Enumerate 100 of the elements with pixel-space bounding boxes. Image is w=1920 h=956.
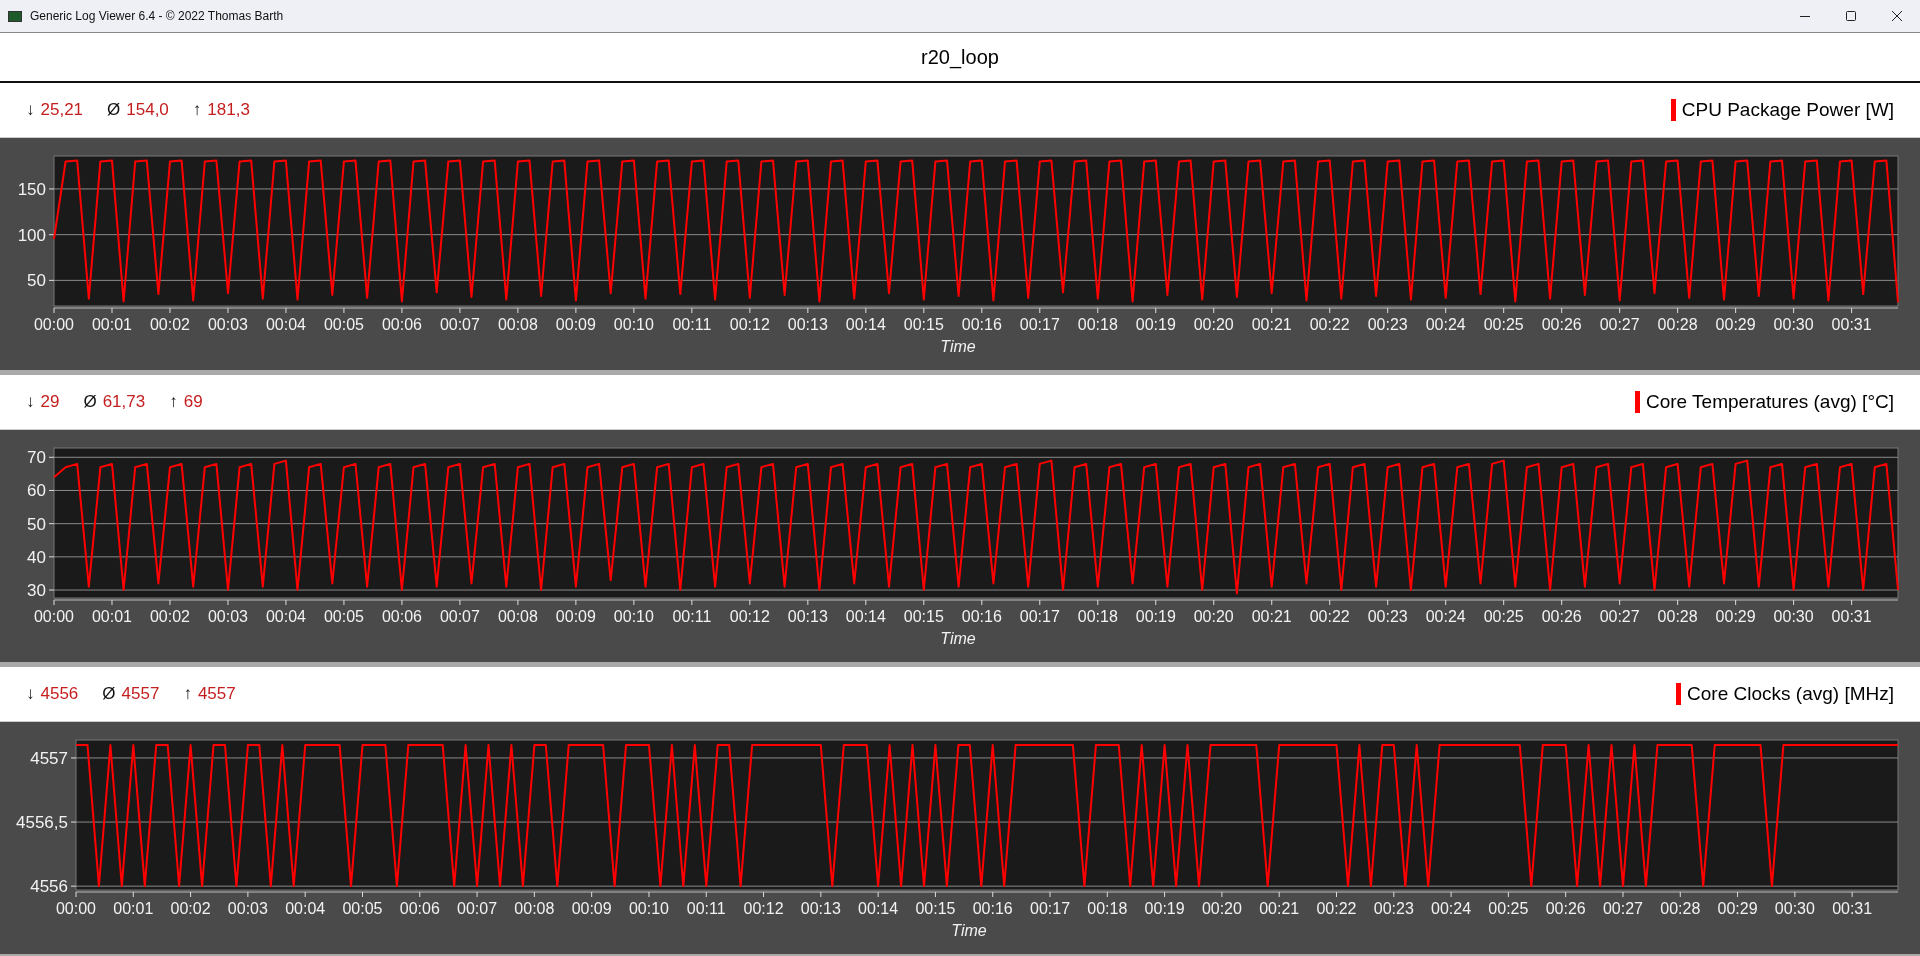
- axis-tick-label: 00:18: [1087, 900, 1128, 917]
- axis-tick-label: 00:23: [1373, 900, 1414, 917]
- axis-tick-label: 00:03: [207, 316, 248, 333]
- axis-tick-label: 00:15: [915, 900, 956, 917]
- stat-value: 61,73: [102, 391, 146, 414]
- stat-symbol: ↑: [183, 683, 192, 706]
- axis-tick-label: 00:15: [903, 608, 944, 625]
- axis-tick-label: 00:02: [149, 608, 190, 625]
- axis-tick-label: 00:11: [672, 316, 712, 333]
- axis-tick-label: 00:16: [972, 900, 1013, 917]
- axis-tick-label: 00:24: [1425, 316, 1466, 333]
- axis-tick-label: 00:01: [91, 316, 132, 333]
- axis-tick-label: 00:00: [34, 608, 74, 625]
- axis-tick-label: 00:25: [1488, 900, 1529, 917]
- axis-tick-label: 00:26: [1541, 608, 1582, 625]
- stat-value: 69: [183, 391, 203, 414]
- axis-tick-label: 00:10: [613, 316, 654, 333]
- axis-tick-label: 00:01: [113, 900, 154, 917]
- axis-tick-label: 00:30: [1773, 608, 1814, 625]
- axis-title: Time: [940, 338, 976, 355]
- stat-symbol: ↓: [26, 99, 35, 122]
- axis-tick-label: 00:01: [91, 608, 132, 625]
- axis-tick-label: 00:09: [555, 608, 596, 625]
- chart-title: Core Clocks (avg) [MHz]: [1687, 681, 1894, 706]
- axis-tick-label: 00:10: [628, 900, 669, 917]
- axis-tick-label: 00:13: [787, 608, 828, 625]
- axis-tick-label: 00:03: [207, 608, 248, 625]
- axis-tick-label: 00:17: [1019, 608, 1060, 625]
- axis-tick-label: 00:31: [1831, 608, 1872, 625]
- axis-tick-label: 00:31: [1832, 900, 1873, 917]
- axis-tick-label: 00:27: [1599, 608, 1640, 625]
- axis-tick-label: 00:04: [265, 316, 306, 333]
- axis-tick-label: 00:19: [1135, 608, 1176, 625]
- axis-tick-label: 00:05: [323, 316, 364, 333]
- axis-tick-label: 00:22: [1316, 900, 1357, 917]
- axis-tick-label: 00:07: [439, 316, 480, 333]
- axis-tick-label: 00:16: [961, 608, 1002, 625]
- axis-tick-label: 00:06: [381, 608, 422, 625]
- stat-value: 4557: [121, 683, 160, 706]
- axis-tick-label: 00:21: [1259, 900, 1300, 917]
- axis-tick-label: 70: [27, 448, 46, 468]
- axis-tick-label: 00:22: [1309, 608, 1350, 625]
- axis-tick-label: 30: [27, 581, 46, 601]
- axis-tick-label: 00:27: [1602, 900, 1643, 917]
- maximize-icon: [1846, 11, 1856, 21]
- axis-tick-label: 00:12: [729, 316, 770, 333]
- app-icon: [8, 10, 22, 22]
- stat-symbol: ↓: [26, 391, 35, 414]
- chart-title: Core Temperatures (avg) [°C]: [1646, 389, 1894, 414]
- axis-tick-label: 00:26: [1541, 316, 1582, 333]
- axis-tick-label: 00:00: [34, 316, 74, 333]
- axis-tick-label: 00:02: [149, 316, 190, 333]
- axis-tick-label: 00:21: [1251, 316, 1292, 333]
- stat-value: 4556: [40, 683, 79, 706]
- axis-tick-label: 00:21: [1251, 608, 1292, 625]
- axis-tick-label: 00:23: [1367, 316, 1408, 333]
- axis-tick-label: 00:05: [323, 608, 364, 625]
- axis-tick-label: 00:07: [439, 608, 480, 625]
- axis-tick-label: 00:30: [1773, 316, 1814, 333]
- axis-tick-label: 00:12: [729, 608, 770, 625]
- axis-tick-label: 00:15: [903, 316, 944, 333]
- stat-symbol: Ø: [83, 391, 97, 414]
- axis-tick-label: 00:08: [497, 608, 538, 625]
- axis-tick-label: 00:24: [1425, 608, 1466, 625]
- stat-symbol: Ø: [107, 99, 121, 122]
- axis-tick-label: 150: [17, 179, 46, 199]
- axis-tick-label: 00:22: [1309, 316, 1350, 333]
- axis-tick-label: 00:24: [1431, 900, 1472, 917]
- axis-tick-label: 00:28: [1657, 316, 1698, 333]
- axis-tick-label: 4556,5: [16, 813, 68, 833]
- axis-tick-label: 00:13: [800, 900, 841, 917]
- axis-tick-label: 60: [27, 481, 46, 501]
- stat-symbol: ↑: [192, 99, 202, 122]
- axis-tick-label: 00:14: [858, 900, 899, 917]
- axis-tick-label: 00:12: [743, 900, 784, 917]
- axis-tick-label: 00:11: [672, 608, 712, 625]
- axis-tick-label: 4557: [30, 748, 68, 768]
- axis-tick-label: 00:04: [265, 608, 306, 625]
- axis-tick-label: 00:29: [1717, 900, 1758, 917]
- axis-tick-label: 00:09: [571, 900, 612, 917]
- axis-tick-label: 00:19: [1144, 900, 1185, 917]
- axis-tick-label: 00:06: [399, 900, 440, 917]
- stat-symbol: Ø: [102, 683, 116, 706]
- axis-tick-label: 00:28: [1657, 608, 1698, 625]
- axis-tick-label: 00:02: [170, 900, 211, 917]
- minimize-icon: [1800, 15, 1810, 17]
- axis-tick-label: 00:31: [1831, 316, 1872, 333]
- stat-symbol: ↑: [169, 391, 178, 414]
- axis-tick-label: 00:18: [1077, 316, 1118, 333]
- axis-tick-label: 00:03: [227, 900, 268, 917]
- stat-value: 29: [40, 391, 60, 414]
- axis-tick-label: 00:28: [1660, 900, 1701, 917]
- axis-tick-label: 50: [27, 271, 46, 291]
- chart-title: CPU Package Power [W]: [1681, 97, 1894, 122]
- axis-tick-label: 00:17: [1030, 900, 1071, 917]
- stat-value: 154,0: [126, 99, 169, 122]
- axis-tick-label: 00:18: [1077, 608, 1118, 625]
- axis-tick-label: 00:09: [555, 316, 596, 333]
- axis-tick-label: 00:13: [787, 316, 828, 333]
- axis-tick-label: 00:20: [1193, 316, 1234, 333]
